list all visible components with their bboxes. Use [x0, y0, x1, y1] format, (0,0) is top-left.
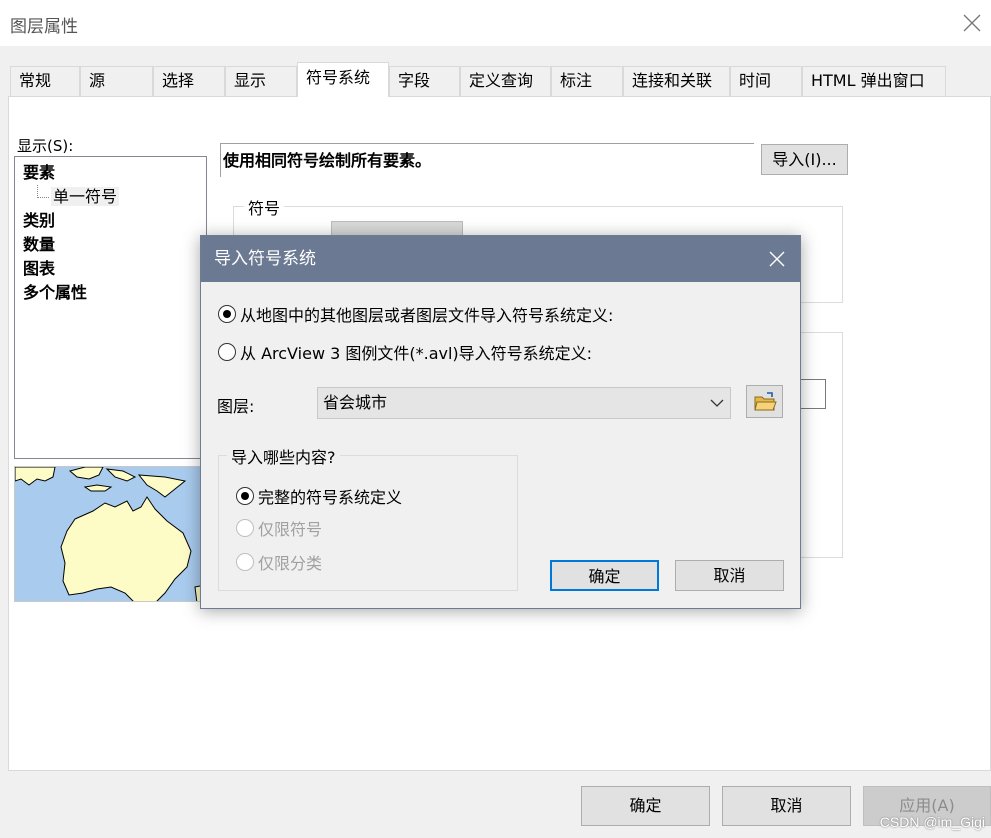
window-titlebar: 图层属性	[0, 0, 991, 46]
radio-label: 仅限符号	[258, 520, 323, 539]
tree-item-label: 单一符号	[51, 187, 120, 206]
import-symbology-dialog: 导入符号系统 从地图中的其他图层或者图层文件导入符号系统定义: 从 ArcVie…	[200, 235, 801, 609]
dialog-title: 导入符号系统	[201, 236, 800, 282]
tree-item-features[interactable]: 要素	[23, 161, 198, 185]
symbol-group-label: 符号	[244, 195, 285, 219]
tab-source[interactable]: 源	[80, 66, 153, 96]
tab-strip: 常规 源 选择 显示 符号系统 字段 定义查询 标注 连接和关联 时间 HTML…	[10, 62, 991, 97]
cancel-button[interactable]: 取消	[722, 786, 851, 826]
close-icon[interactable]	[766, 248, 788, 270]
radio-symbols-only[interactable]: 仅限符号	[236, 516, 322, 540]
open-folder-icon	[753, 391, 777, 410]
tab-selection[interactable]: 选择	[153, 66, 225, 96]
radio-label: 从 ArcView 3 图例文件(*.avl)导入符号系统定义:	[240, 344, 593, 363]
browse-folder-button[interactable]	[746, 385, 783, 418]
tab-general[interactable]: 常规	[10, 66, 80, 96]
dialog-cancel-button[interactable]: 取消	[675, 560, 784, 591]
tab-labels[interactable]: 标注	[551, 66, 623, 96]
tab-definition-query[interactable]: 定义查询	[460, 66, 551, 96]
radio-disabled-icon[interactable]	[236, 519, 254, 537]
tree-item-categories[interactable]: 类别	[23, 209, 198, 233]
tab-html-popup[interactable]: HTML 弹出窗口	[802, 66, 946, 96]
tab-fields[interactable]: 字段	[389, 66, 460, 96]
radio-selected-icon[interactable]	[218, 305, 236, 323]
import-content-label: 导入哪些内容?	[227, 444, 340, 468]
radio-classes-only[interactable]: 仅限分类	[236, 550, 322, 574]
layer-select-value: 省会城市	[323, 393, 388, 412]
radio-import-from-avl[interactable]: 从 ArcView 3 图例文件(*.avl)导入符号系统定义:	[218, 340, 592, 364]
tree-item-quantities[interactable]: 数量	[23, 233, 198, 257]
radio-import-from-layer[interactable]: 从地图中的其他图层或者图层文件导入符号系统定义:	[218, 302, 613, 326]
tree-branch-line	[37, 185, 49, 198]
layer-label: 图层:	[217, 397, 255, 416]
close-icon[interactable]	[957, 8, 987, 38]
ok-button[interactable]: 确定	[581, 786, 710, 826]
window-title: 图层属性	[10, 17, 78, 37]
symbology-description: 使用相同符号绘制所有要素。	[220, 143, 754, 177]
radio-label: 从地图中的其他图层或者图层文件导入符号系统定义:	[240, 306, 614, 325]
show-label: 显示(S):	[17, 137, 74, 155]
tree-item-single-symbol[interactable]: 单一符号	[23, 185, 198, 209]
map-preview-image	[14, 466, 206, 602]
radio-label: 完整的符号系统定义	[258, 488, 403, 507]
radio-label: 仅限分类	[258, 554, 323, 573]
radio-complete-definition[interactable]: 完整的符号系统定义	[236, 484, 402, 508]
tab-display[interactable]: 显示	[225, 66, 297, 96]
chevron-down-icon[interactable]	[710, 388, 724, 418]
tab-time[interactable]: 时间	[730, 66, 802, 96]
layer-select[interactable]: 省会城市	[317, 387, 731, 419]
tree-item-charts[interactable]: 图表	[23, 257, 198, 281]
radio-unselected-icon[interactable]	[218, 343, 236, 361]
tree-item-multiple-attributes[interactable]: 多个属性	[23, 281, 198, 305]
renderer-tree[interactable]: 要素 单一符号 类别 数量 图表 多个属性	[14, 156, 207, 459]
watermark: CSDN @im_Gigi	[879, 814, 985, 830]
import-button[interactable]: 导入(I)...	[761, 144, 848, 175]
dialog-ok-button[interactable]: 确定	[550, 560, 659, 591]
tab-symbology[interactable]: 符号系统	[297, 62, 389, 97]
tab-joins-relates[interactable]: 连接和关联	[623, 66, 730, 96]
radio-disabled-icon[interactable]	[236, 553, 254, 571]
radio-selected-icon[interactable]	[236, 487, 254, 505]
